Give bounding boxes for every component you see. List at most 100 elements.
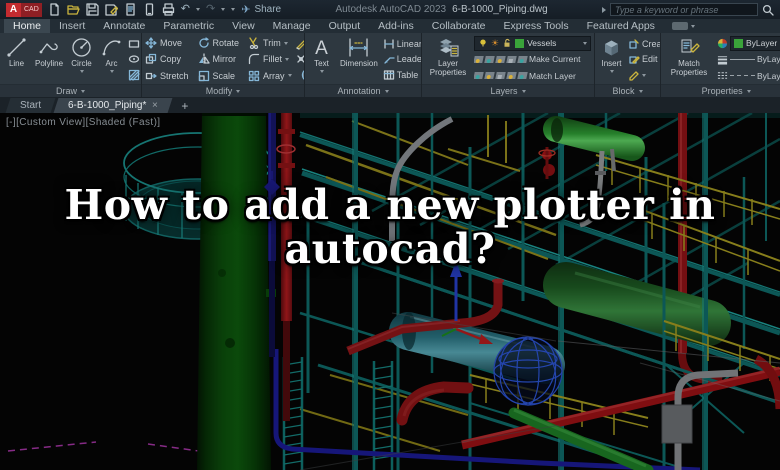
mobile-app-button[interactable]	[143, 3, 156, 16]
layer-unisolate-icon[interactable]	[474, 72, 484, 80]
fillet-button[interactable]: Fillet	[248, 52, 292, 67]
panel-properties: Match Properties ByLayer ByLay ByLay Pro…	[661, 33, 780, 97]
tab-insert[interactable]: Insert	[50, 19, 94, 33]
circle-button[interactable]: Circle	[68, 35, 95, 84]
layer-properties-button[interactable]: Layer Properties	[425, 35, 471, 84]
arc-button[interactable]: Arc	[98, 35, 125, 84]
print-button[interactable]	[162, 3, 175, 16]
layer-off-icon[interactable]	[474, 55, 484, 63]
new-file-button[interactable]	[48, 3, 61, 16]
dimension-button[interactable]: Dimension	[338, 35, 380, 84]
panel-title-block[interactable]: Block	[595, 84, 660, 97]
leader-button[interactable]: Leader	[383, 52, 421, 67]
layer-color-swatch	[515, 38, 525, 48]
erase-button[interactable]	[295, 36, 304, 51]
viewport-controls[interactable]: [-][Custom View][Shaded (Fast)]	[6, 117, 161, 128]
panel-block: Insert Create Edit	[595, 33, 661, 97]
create-block-button[interactable]: Create	[628, 36, 660, 51]
make-current-icon[interactable]	[517, 55, 528, 63]
line-button[interactable]: Line	[3, 35, 30, 84]
explode-button[interactable]	[295, 52, 304, 67]
bulb-icon	[480, 39, 486, 47]
undo-button[interactable]: ↶	[181, 4, 190, 15]
tab-manage[interactable]: Manage	[264, 19, 320, 33]
layer-thaw-icon[interactable]	[484, 72, 495, 80]
tab-view[interactable]: View	[223, 19, 264, 33]
panel-title-layers[interactable]: Layers	[422, 84, 594, 97]
layer-lock-icon[interactable]	[506, 55, 517, 63]
match-layer-button[interactable]: Match Layer	[529, 71, 576, 81]
ribbon-display-toggle[interactable]	[664, 19, 703, 33]
layer-select[interactable]: ☀ Vessels	[474, 35, 591, 51]
chevron-down-icon	[583, 41, 587, 45]
layer-unlock-icon[interactable]	[495, 72, 506, 80]
new-drawing-tab-button[interactable]: +	[173, 98, 196, 113]
mirror-button[interactable]: Mirror	[198, 52, 240, 67]
redo-dropdown-caret[interactable]	[221, 8, 226, 11]
tab-featured-apps[interactable]: Featured Apps	[578, 19, 664, 33]
app-menu-button[interactable]: A CAD	[6, 2, 42, 17]
tab-express-tools[interactable]: Express Tools	[494, 19, 577, 33]
scale-button[interactable]: Scale	[198, 68, 240, 83]
linear-dimension-button[interactable]: Linear	[383, 36, 421, 51]
block-attributes-button[interactable]	[628, 68, 660, 83]
search-icon[interactable]	[762, 4, 774, 16]
chevron-down-icon	[384, 89, 389, 93]
layer-isolate-icon[interactable]	[484, 55, 495, 63]
rotate-button[interactable]: Rotate	[198, 36, 239, 51]
save-button[interactable]	[86, 3, 99, 16]
array-button[interactable]: Array	[248, 68, 292, 83]
match-properties-button[interactable]: Match Properties	[664, 35, 714, 84]
tab-output[interactable]: Output	[320, 19, 370, 33]
open-file-button[interactable]	[67, 3, 80, 16]
share-button[interactable]: ✈ Share	[241, 3, 281, 16]
qat-customize-caret[interactable]	[231, 8, 236, 11]
redo-button[interactable]: ↷	[206, 4, 215, 15]
offset-button[interactable]	[295, 68, 304, 83]
tab-parametric[interactable]: Parametric	[154, 19, 223, 33]
rectangle-button[interactable]	[128, 36, 141, 51]
search-input[interactable]	[610, 3, 759, 16]
panel-title-annotation[interactable]: Annotation	[305, 84, 421, 97]
tab-collaborate[interactable]: Collaborate	[423, 19, 495, 33]
file-tab-drawing[interactable]: 6-B-1000_Piping* ×	[53, 98, 173, 113]
chevron-down-icon	[319, 69, 324, 73]
search-expand-icon[interactable]	[602, 6, 607, 13]
trim-button[interactable]: Trim	[248, 36, 292, 51]
ellipse-button[interactable]	[128, 52, 141, 67]
drawing-canvas[interactable]	[0, 113, 780, 470]
layer-on-icon[interactable]	[506, 72, 517, 80]
panel-title-properties[interactable]: Properties	[661, 84, 780, 97]
autocad-window: A CAD ↶ ↷ ✈ Share Autodesk AutoCAD 2023 …	[0, 0, 780, 470]
move-button[interactable]: Move	[145, 36, 189, 51]
save-as-button[interactable]	[105, 3, 118, 16]
close-icon[interactable]: ×	[153, 100, 159, 111]
match-layer-icon[interactable]	[517, 72, 528, 80]
file-tab-start[interactable]: Start	[5, 98, 56, 113]
layer-freeze-icon[interactable]	[495, 55, 506, 63]
panel-title-modify[interactable]: Modify	[142, 84, 304, 97]
app-title: Autodesk AutoCAD 2023	[335, 4, 447, 15]
table-button[interactable]: Table	[383, 68, 421, 83]
panel-title-draw[interactable]: Draw	[0, 84, 141, 97]
tab-add-ins[interactable]: Add-ins	[369, 19, 423, 33]
undo-dropdown-caret[interactable]	[196, 8, 200, 11]
polyline-button[interactable]: Polyline	[33, 35, 65, 84]
edit-block-button[interactable]: Edit	[628, 52, 660, 67]
hatch-button[interactable]	[128, 68, 141, 83]
plot-preview-button[interactable]	[124, 3, 137, 16]
stretch-button[interactable]: Stretch	[145, 68, 189, 83]
copy-button[interactable]: Copy	[145, 52, 189, 67]
tab-home[interactable]: Home	[4, 19, 51, 33]
chevron-down-icon	[81, 89, 85, 93]
chevron-down-icon	[283, 41, 288, 45]
chevron-down-icon	[638, 89, 643, 93]
tab-annotate[interactable]: Annotate	[94, 19, 154, 33]
object-color-select[interactable]: ByLayer	[730, 35, 780, 51]
linetype-select[interactable]: ByLayer	[717, 68, 780, 83]
lineweight-select[interactable]: ByLayer	[717, 52, 780, 67]
make-current-button[interactable]: Make Current	[529, 54, 581, 64]
text-button[interactable]: A Text	[308, 35, 335, 84]
quick-access-toolbar: ↶ ↷	[48, 3, 236, 16]
insert-block-button[interactable]: Insert	[598, 35, 625, 84]
